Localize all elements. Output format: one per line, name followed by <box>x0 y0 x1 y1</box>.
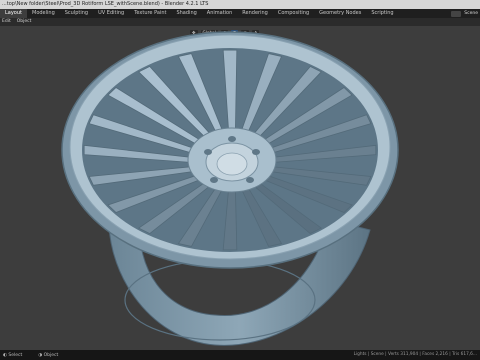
hub-center-bore <box>216 152 248 176</box>
wheel-model <box>61 31 399 346</box>
lug-hole <box>204 149 212 155</box>
status-select-label: Select <box>8 352 23 358</box>
status-object: ◑ Object <box>38 353 58 358</box>
mouse-icon: ◑ <box>38 352 43 358</box>
status-select: ◐ Select <box>3 353 22 358</box>
lug-hole <box>210 177 218 183</box>
lug-hole <box>252 149 260 155</box>
mouse-icon: ◐ <box>3 352 7 358</box>
status-stats: Lights | Scene | Verts 311,904 | Faces 2… <box>353 352 477 357</box>
status-bar: ◐ Select ◑ Object Lights | Scene | Verts… <box>0 350 480 360</box>
lug-hole <box>228 136 236 142</box>
lug-hole <box>246 177 254 183</box>
status-object-label: Object <box>43 352 59 358</box>
